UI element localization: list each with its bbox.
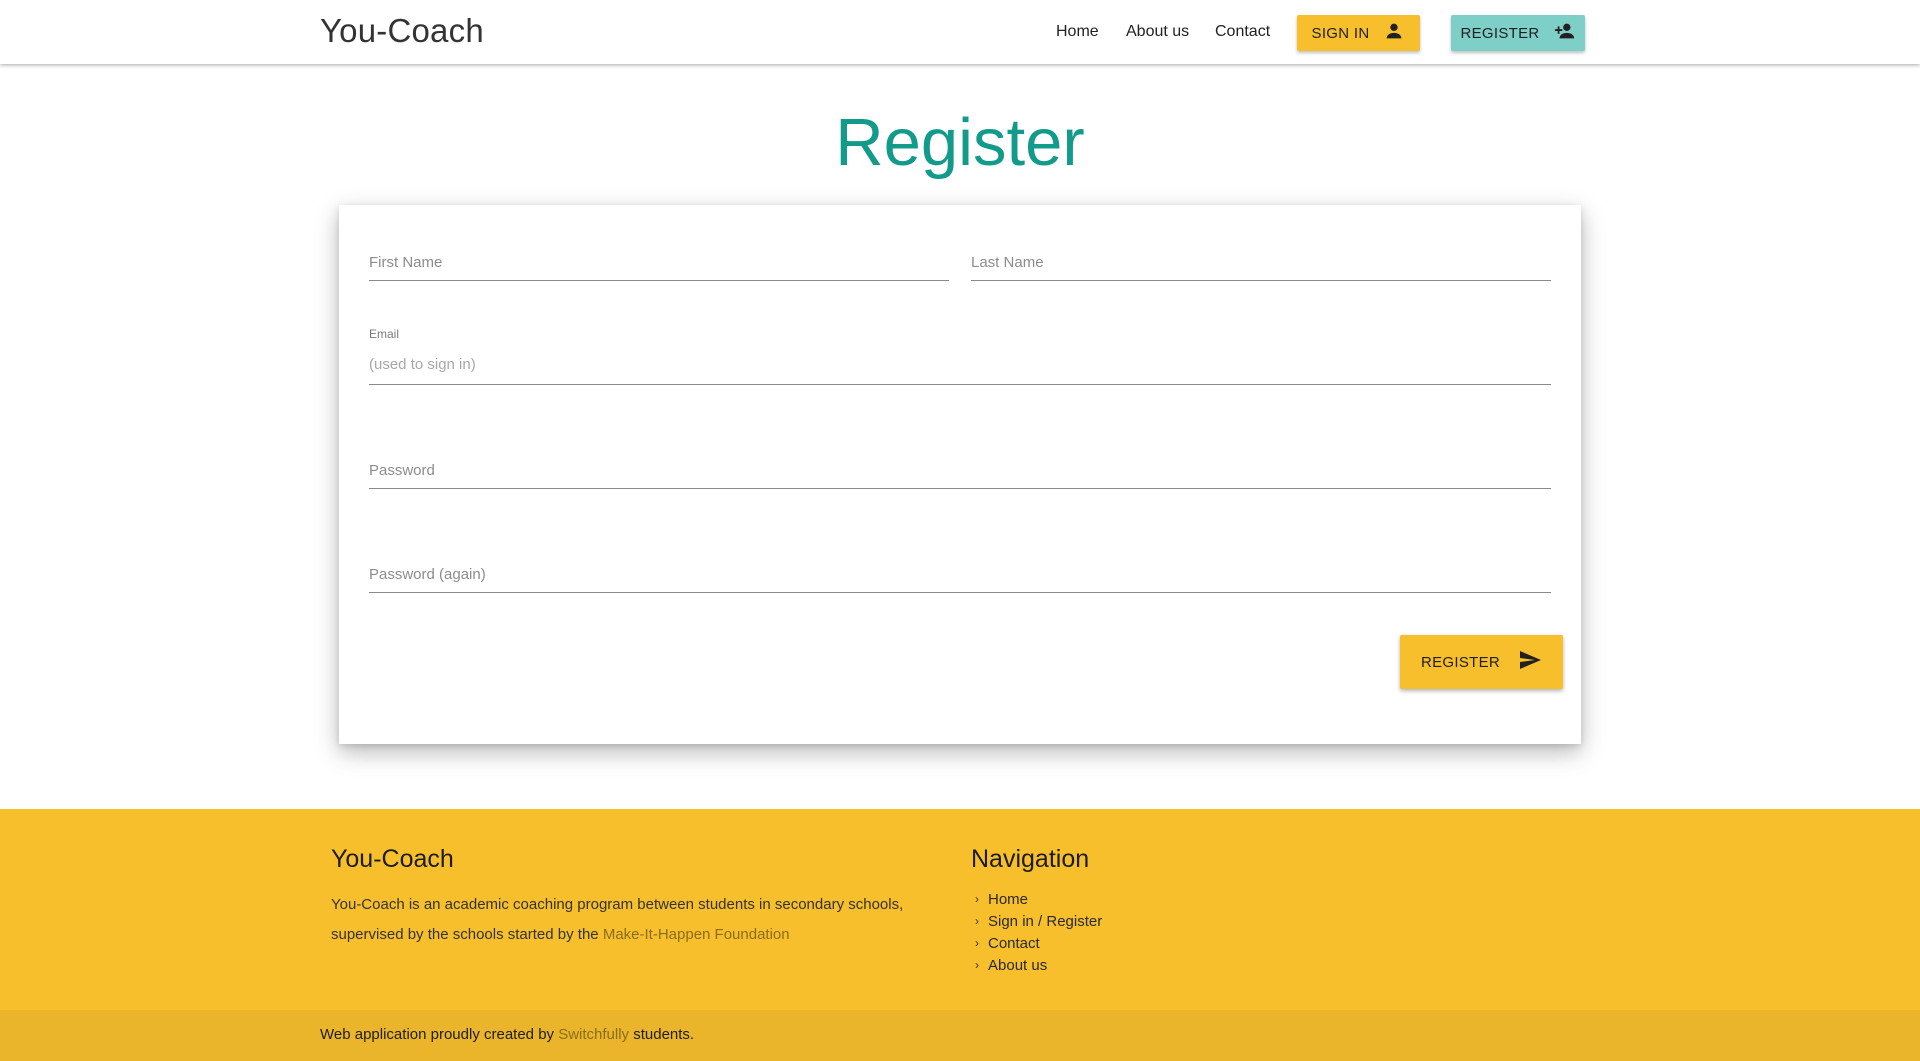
register-submit-button[interactable]: REGISTER — [1400, 635, 1563, 689]
footer-nav-label: Contact — [988, 934, 1040, 952]
make-it-happen-link[interactable]: Make-It-Happen Foundation — [603, 926, 790, 943]
credits-suffix: students. — [629, 1026, 695, 1043]
email-label: Email — [369, 327, 400, 341]
footer-nav-contact[interactable]: › Contact — [975, 932, 1102, 954]
top-navbar: You-Coach Home About us Contact SIGN IN … — [0, 0, 1920, 64]
chevron-right-icon: › — [975, 892, 979, 906]
chevron-right-icon: › — [975, 914, 979, 928]
chevron-right-icon: › — [975, 958, 979, 972]
footer-nav-home[interactable]: › Home — [975, 888, 1102, 910]
email-placeholder: (used to sign in) — [369, 356, 476, 373]
sign-in-button[interactable]: SIGN IN — [1297, 15, 1420, 51]
register-nav-button[interactable]: REGISTER — [1451, 15, 1585, 51]
person-icon — [1383, 20, 1405, 46]
sign-in-label: SIGN IN — [1311, 24, 1370, 42]
first-name-placeholder: First Name — [369, 254, 443, 271]
first-name-field[interactable]: First Name — [369, 231, 949, 281]
brand-logo[interactable]: You-Coach — [320, 12, 484, 50]
register-nav-label: REGISTER — [1460, 24, 1540, 42]
register-submit-label: REGISTER — [1420, 653, 1501, 671]
footer-brand-title: You-Coach — [331, 845, 454, 873]
nav-link-contact[interactable]: Contact — [1215, 23, 1270, 41]
password-placeholder: Password — [369, 462, 435, 479]
last-name-field[interactable]: Last Name — [971, 231, 1551, 281]
send-icon — [1518, 648, 1542, 676]
person-add-icon — [1554, 20, 1576, 46]
footer-nav-about-us[interactable]: › About us — [975, 954, 1102, 976]
credits-text: Web application proudly created by Switc… — [320, 1026, 694, 1043]
last-name-placeholder: Last Name — [971, 254, 1044, 271]
credits-prefix: Web application proudly created by — [320, 1026, 559, 1043]
switchfully-link[interactable]: Switchfully — [558, 1026, 629, 1043]
footer-nav-label: Sign in / Register — [988, 912, 1103, 930]
nav-link-home[interactable]: Home — [1056, 23, 1099, 41]
credits-bar: Web application proudly created by Switc… — [0, 1010, 1920, 1061]
password-again-field[interactable]: Password (again) — [369, 543, 1551, 593]
nav-link-about-us[interactable]: About us — [1126, 23, 1189, 41]
footer-nav-sign-in-register[interactable]: › Sign in / Register — [975, 910, 1102, 932]
footer-nav-label: About us — [988, 956, 1048, 974]
footer-nav-list: › Home › Sign in / Register › Contact › Abou… — [975, 888, 1102, 976]
footer-description: You-Coach is an academic coaching progra… — [331, 890, 931, 950]
register-form-card: First Name Last Name Email (used to sign… — [339, 205, 1581, 744]
password-field[interactable]: Password — [369, 439, 1551, 489]
chevron-right-icon: › — [975, 936, 979, 950]
site-footer: You-Coach You-Coach is an academic coach… — [0, 809, 1920, 1010]
footer-nav-label: Home — [988, 890, 1029, 908]
page-title: Register — [835, 105, 1085, 180]
email-field[interactable]: Email (used to sign in) — [369, 325, 1551, 385]
password-again-placeholder: Password (again) — [369, 566, 486, 583]
footer-nav-title: Navigation — [971, 845, 1090, 873]
